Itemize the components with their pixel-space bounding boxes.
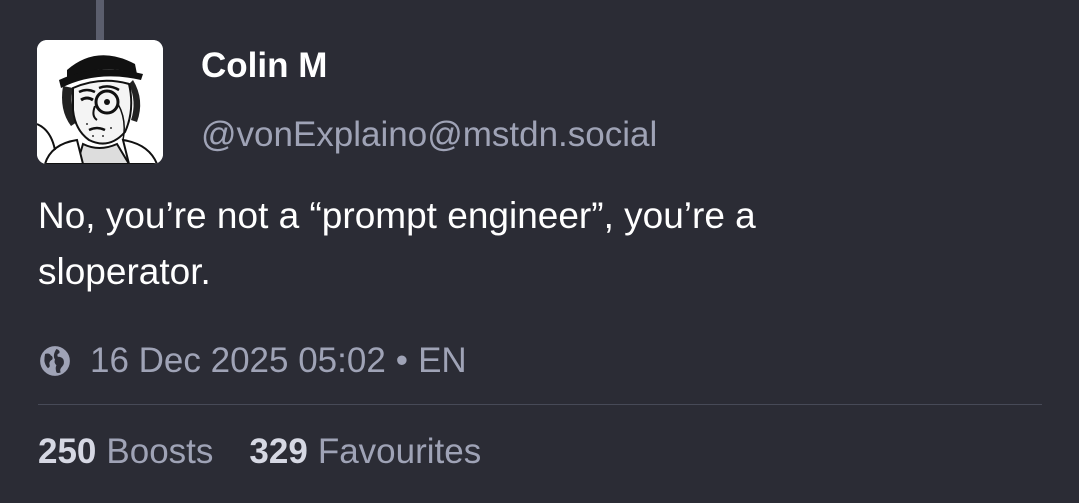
post-content-line: No, you’re not a “prompt engineer”, you’… — [38, 195, 756, 236]
author-display-name[interactable]: Colin M — [201, 44, 327, 88]
post-content: No, you’re not a “prompt engineer”, you’… — [38, 188, 1048, 300]
author-handle[interactable]: @vonExplaino@mstdn.social — [201, 113, 657, 157]
post-timestamp[interactable]: 16 Dec 2025 05:02 — [90, 341, 386, 381]
favourites-stat[interactable]: 329 Favourites — [249, 432, 481, 472]
post-stats: 250 Boosts 329 Favourites — [38, 428, 517, 476]
favourites-label: Favourites — [317, 432, 482, 471]
favourites-count: 329 — [249, 432, 308, 471]
boosts-label: Boosts — [106, 432, 214, 471]
meta-separator: • — [395, 341, 409, 380]
divider — [38, 404, 1042, 405]
thread-connector-line — [96, 0, 104, 40]
post-language: EN — [418, 341, 467, 380]
post-card: Colin M @vonExplaino@mstdn.social No, yo… — [0, 0, 1079, 503]
post-meta: 16 Dec 2025 05:02 • EN — [38, 336, 467, 386]
boosts-count: 250 — [38, 432, 97, 471]
avatar-illustration-icon — [37, 40, 163, 164]
avatar[interactable] — [37, 40, 163, 164]
globe-icon — [38, 343, 74, 379]
post-content-line: sloperator. — [38, 251, 211, 292]
boosts-stat[interactable]: 250 Boosts — [38, 432, 213, 472]
